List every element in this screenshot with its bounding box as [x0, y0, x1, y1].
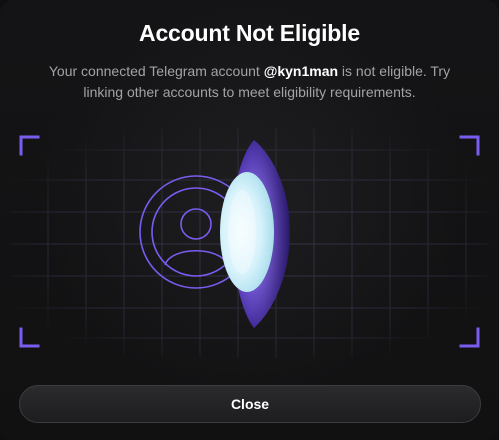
description-prefix: Your connected Telegram account: [48, 63, 264, 79]
user-scan-illustration: [0, 118, 499, 368]
scan-lens-icon: [220, 140, 290, 328]
dialog-description: Your connected Telegram account @kyn1man…: [30, 61, 469, 103]
close-button[interactable]: Close: [19, 385, 481, 423]
dialog-title: Account Not Eligible: [139, 20, 360, 46]
telegram-username: @kyn1man: [263, 63, 339, 79]
account-not-eligible-dialog: Account Not Eligible Your connected Tele…: [0, 0, 499, 440]
